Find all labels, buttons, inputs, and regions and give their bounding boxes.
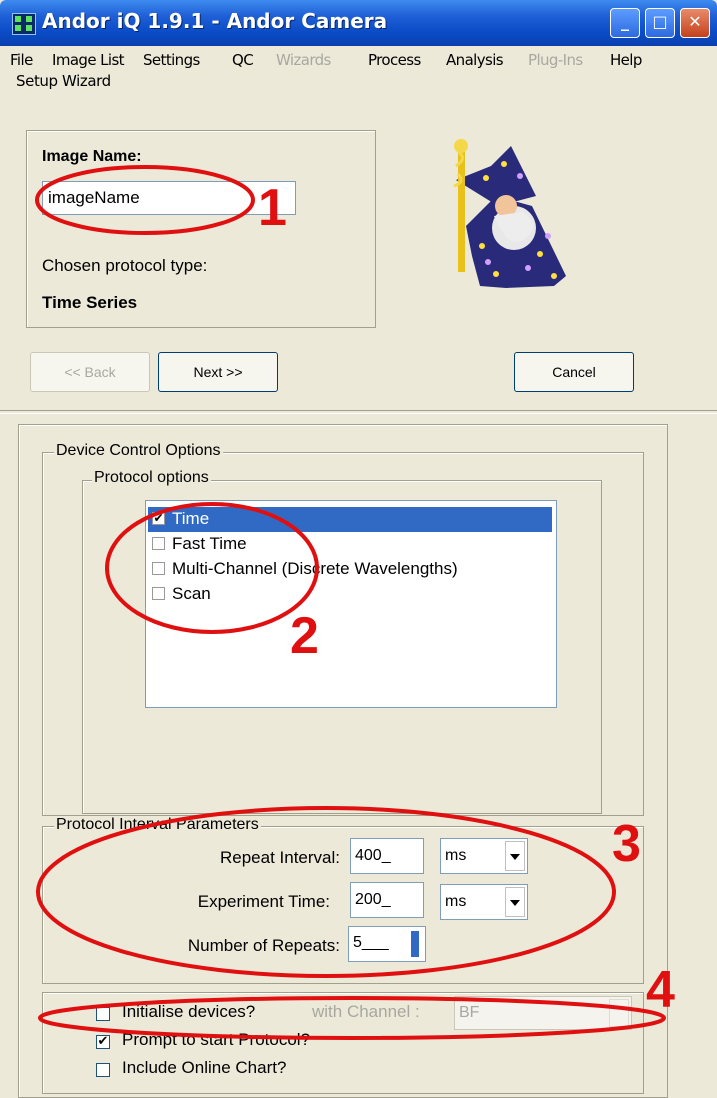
annotation-number-2: 2 xyxy=(290,607,319,665)
annotation-overlay xyxy=(35,165,666,1040)
annotation-number-3: 3 xyxy=(612,815,641,873)
annotation-ellipse-4 xyxy=(38,996,666,1040)
annotation-ellipse-3 xyxy=(36,806,616,978)
annotation-number-1: 1 xyxy=(258,179,287,237)
annotation-number-4: 4 xyxy=(646,961,675,1019)
annotation-ellipse-2 xyxy=(105,502,319,634)
annotation-ellipse-1 xyxy=(35,165,255,235)
